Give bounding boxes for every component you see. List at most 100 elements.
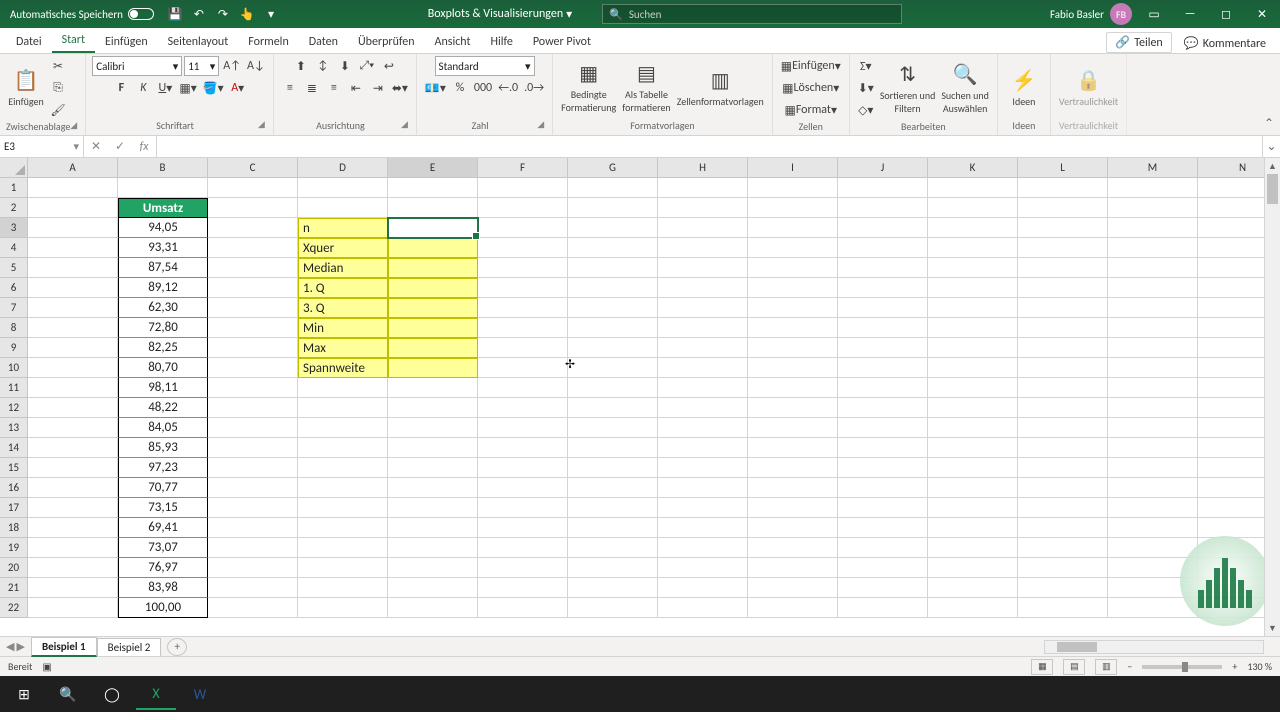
cell-F18[interactable] [478,518,568,538]
cell-A13[interactable] [28,418,118,438]
conditional-formatting-button[interactable]: ▦Bedingte Formatierung [559,59,618,117]
cell-B18[interactable]: 69,41 [118,518,208,538]
enter-formula-icon[interactable]: ✓ [108,139,132,154]
cell-J11[interactable] [838,378,928,398]
cell-L11[interactable] [1018,378,1108,398]
cell-E10[interactable] [388,358,478,378]
qat-customize-icon[interactable]: ▾ [262,5,280,23]
cell-H10[interactable] [658,358,748,378]
cell-M12[interactable] [1108,398,1198,418]
cell-H16[interactable] [658,478,748,498]
row-header-20[interactable]: 20 [0,558,28,578]
macro-record-icon[interactable]: ▣ [42,660,51,673]
cell-H15[interactable] [658,458,748,478]
cell-G3[interactable] [568,218,658,238]
cell-A10[interactable] [28,358,118,378]
cell-K17[interactable] [928,498,1018,518]
cell-J12[interactable] [838,398,928,418]
row-header-2[interactable]: 2 [0,198,28,218]
cell-C4[interactable] [208,238,298,258]
cell-B17[interactable]: 73,15 [118,498,208,518]
col-header-M[interactable]: M [1108,158,1198,178]
cell-M13[interactable] [1108,418,1198,438]
page-break-view-icon[interactable]: ▥ [1095,659,1117,675]
cell-I14[interactable] [748,438,838,458]
merge-icon[interactable]: ⬌▾ [390,78,410,98]
cell-A6[interactable] [28,278,118,298]
cell-D13[interactable] [298,418,388,438]
cell-G4[interactable] [568,238,658,258]
cell-M19[interactable] [1108,538,1198,558]
cell-F16[interactable] [478,478,568,498]
cell-B13[interactable]: 84,05 [118,418,208,438]
scroll-thumb[interactable] [1267,174,1278,204]
accounting-format-icon[interactable]: 💶▾ [423,78,448,98]
cell-E11[interactable] [388,378,478,398]
cell-G8[interactable] [568,318,658,338]
cell-I13[interactable] [748,418,838,438]
cell-L20[interactable] [1018,558,1108,578]
sheet-tab-1[interactable]: Beispiel 1 [31,637,97,657]
cell-G17[interactable] [568,498,658,518]
cell-G14[interactable] [568,438,658,458]
cell-D9[interactable]: Max [298,338,388,358]
dialog-launcher-icon[interactable]: ◢ [70,120,77,131]
cell-M16[interactable] [1108,478,1198,498]
cell-I21[interactable] [748,578,838,598]
cell-J3[interactable] [838,218,928,238]
cell-C8[interactable] [208,318,298,338]
cell-E7[interactable] [388,298,478,318]
cell-D5[interactable]: Median [298,258,388,278]
cell-C17[interactable] [208,498,298,518]
col-header-F[interactable]: F [478,158,568,178]
col-header-B[interactable]: B [118,158,208,178]
cell-F2[interactable] [478,198,568,218]
col-header-I[interactable]: I [748,158,838,178]
cell-B6[interactable]: 89,12 [118,278,208,298]
autosum-icon[interactable]: Σ▾ [856,56,876,76]
cell-D19[interactable] [298,538,388,558]
cell-B1[interactable] [118,178,208,198]
cell-C6[interactable] [208,278,298,298]
cell-I11[interactable] [748,378,838,398]
col-header-L[interactable]: L [1018,158,1108,178]
col-header-E[interactable]: E [388,158,478,178]
cell-L21[interactable] [1018,578,1108,598]
cell-B14[interactable]: 85,93 [118,438,208,458]
cell-E14[interactable] [388,438,478,458]
search-input[interactable]: 🔍 Suchen [602,4,902,24]
cell-I5[interactable] [748,258,838,278]
cell-I10[interactable] [748,358,838,378]
cell-K5[interactable] [928,258,1018,278]
row-header-7[interactable]: 7 [0,298,28,318]
cell-I20[interactable] [748,558,838,578]
tab-start[interactable]: Start [52,29,95,53]
percent-format-icon[interactable]: % [450,78,470,98]
cell-B8[interactable]: 72,80 [118,318,208,338]
cell-G10[interactable] [568,358,658,378]
tab-seitenlayout[interactable]: Seitenlayout [158,31,239,53]
cell-C1[interactable] [208,178,298,198]
cell-G9[interactable] [568,338,658,358]
cell-F17[interactable] [478,498,568,518]
zoom-slider[interactable] [1142,665,1222,669]
row-header-4[interactable]: 4 [0,238,28,258]
cell-I6[interactable] [748,278,838,298]
cell-F1[interactable] [478,178,568,198]
cell-F11[interactable] [478,378,568,398]
cell-K9[interactable] [928,338,1018,358]
cell-K13[interactable] [928,418,1018,438]
cell-J6[interactable] [838,278,928,298]
cell-J16[interactable] [838,478,928,498]
cell-A14[interactable] [28,438,118,458]
cell-E4[interactable] [388,238,478,258]
cell-K6[interactable] [928,278,1018,298]
tab-formeln[interactable]: Formeln [238,31,298,53]
decrease-indent-icon[interactable]: ⇤ [346,78,366,98]
cell-C18[interactable] [208,518,298,538]
cell-B2[interactable]: Umsatz [118,198,208,218]
increase-font-icon[interactable]: A↑ [221,56,243,76]
wrap-text-icon[interactable]: ↩ [379,56,399,76]
cell-C7[interactable] [208,298,298,318]
align-top-icon[interactable]: ⬆ [291,56,311,76]
